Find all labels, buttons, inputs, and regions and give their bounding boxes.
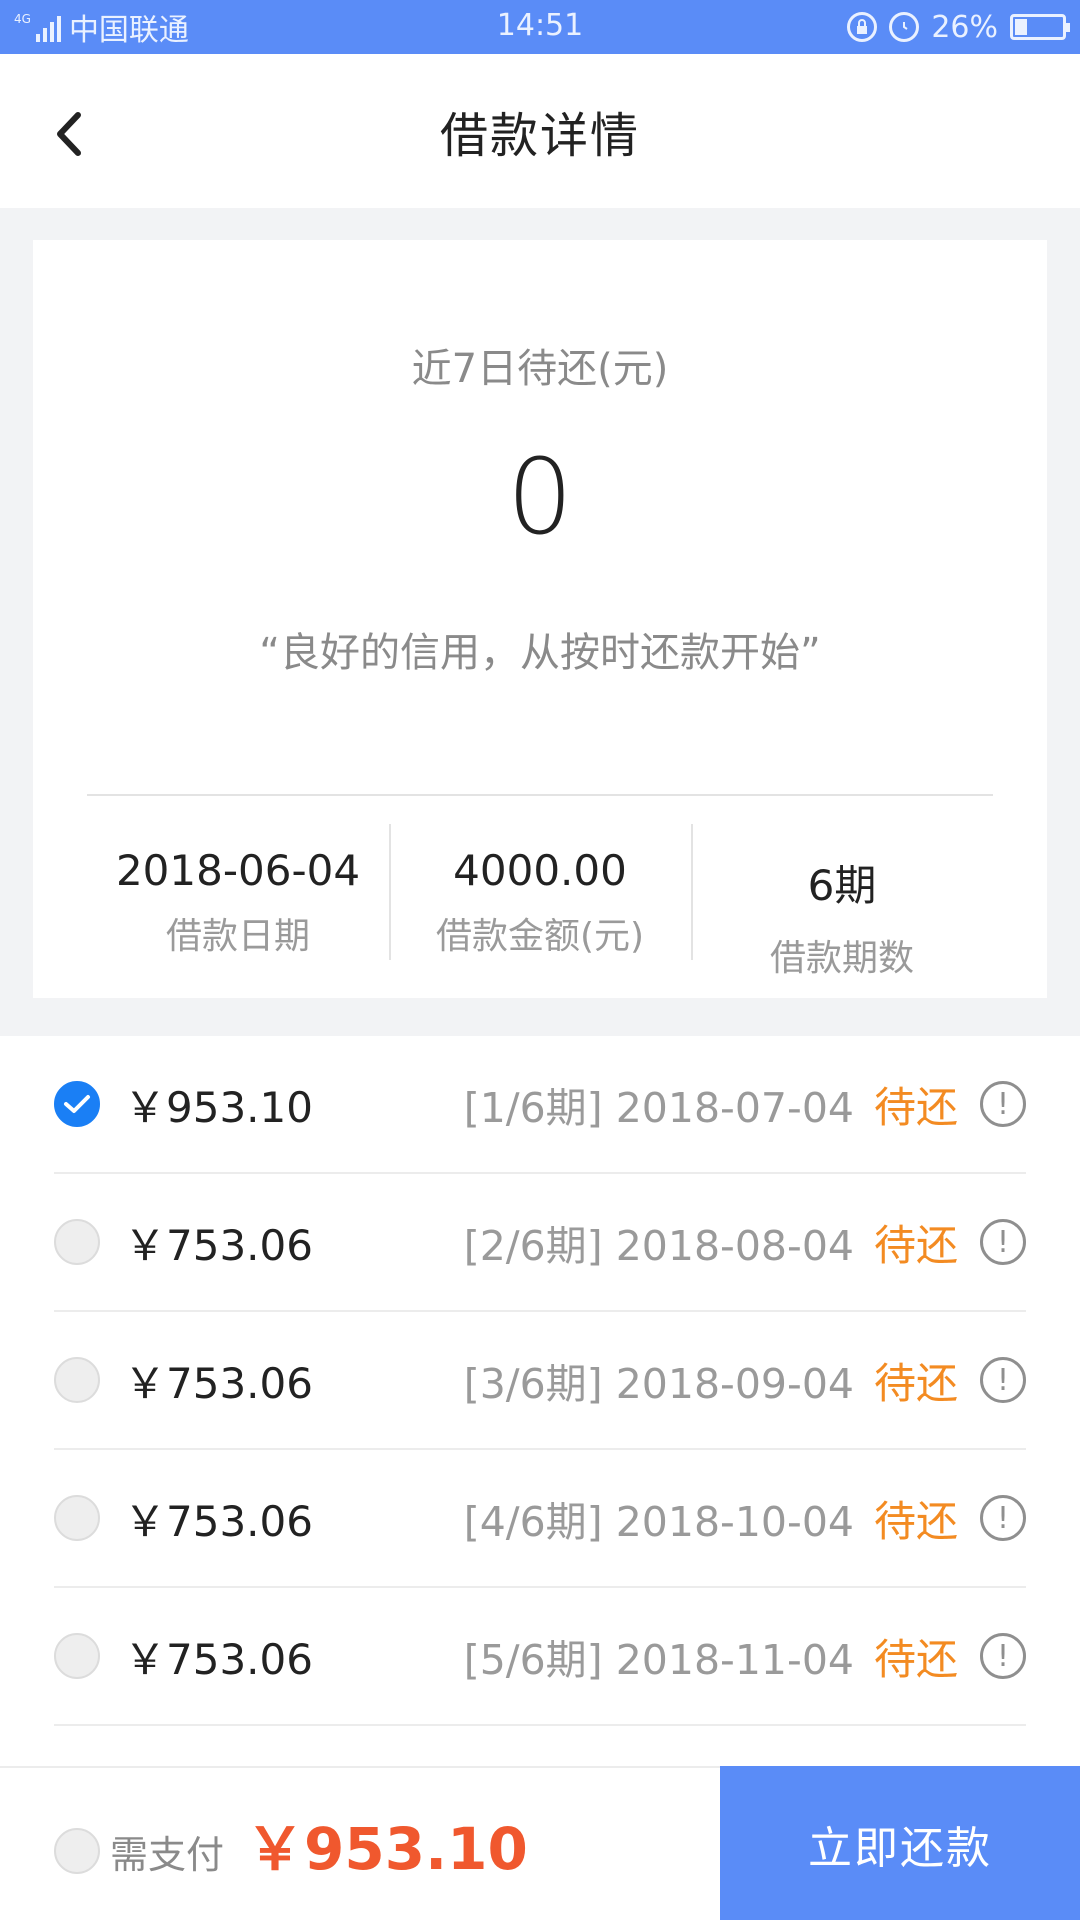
loan-date-label: 借款日期 — [165, 916, 310, 957]
installment-checkbox[interactable] — [54, 1633, 100, 1679]
installment-row[interactable]: ￥753.06 [2/6期] 2018-08-04 待还 ! — [54, 1174, 1026, 1312]
due-7-days-value: 0 — [506, 436, 574, 558]
installment-status: 待还 — [873, 1496, 958, 1546]
pay-label: 需支付 — [110, 1833, 225, 1877]
installment-list: ￥953.10 [1/6期] 2018-07-04 待还 ! ￥753.06 [… — [0, 1036, 1080, 1768]
summary-card: 近7日待还(元) 0 “良好的信用，从按时还款开始” 2018-06-04 借款… — [33, 240, 1047, 998]
installment-checkbox[interactable] — [54, 1357, 100, 1403]
credit-slogan: “良好的信用，从按时还款开始” — [259, 630, 821, 676]
info-icon[interactable]: ! — [980, 1081, 1026, 1127]
installment-amount: ￥953.10 — [124, 1082, 313, 1132]
loan-amount-stat: 4000.00 借款金额(元) — [389, 824, 691, 964]
back-button[interactable] — [28, 94, 108, 174]
loan-periods-stat: 6期 借款期数 — [691, 824, 993, 979]
installment-amount: ￥753.06 — [124, 1358, 313, 1408]
loan-amount-label: 借款金额(元) — [435, 916, 645, 957]
info-icon[interactable]: ! — [980, 1219, 1026, 1265]
installment-row[interactable]: ￥753.06 [5/6期] 2018-11-04 待还 ! — [54, 1588, 1026, 1726]
pay-amount: ￥953.10 — [246, 1815, 528, 1883]
installment-checkbox[interactable] — [54, 1219, 100, 1265]
info-icon[interactable]: ! — [980, 1633, 1026, 1679]
due-7-days-label: 近7日待还(元) — [411, 346, 669, 392]
loan-periods-value: 6期 — [807, 861, 877, 910]
loan-date-value: 2018-06-04 — [115, 846, 361, 895]
installment-row[interactable]: ￥753.06 [4/6期] 2018-10-04 待还 ! — [54, 1450, 1026, 1588]
loan-detail-page: 4G 中国联通 14:51 26% 借款详情 近7日待还(元) 0 “良好的信用… — [0, 0, 1080, 1920]
installment-status: 待还 — [873, 1220, 958, 1270]
installment-period: [3/6期] 2018-09-04 — [463, 1360, 854, 1408]
installment-period: [2/6期] 2018-08-04 — [463, 1222, 854, 1270]
installment-checkbox[interactable] — [54, 1081, 100, 1127]
installment-amount: ￥753.06 — [124, 1634, 313, 1684]
loan-amount-value: 4000.00 — [453, 846, 627, 895]
select-all-checkbox[interactable] — [54, 1828, 100, 1874]
lock-rotation-icon — [847, 12, 878, 42]
installment-period: [4/6期] 2018-10-04 — [463, 1498, 854, 1546]
loan-periods-label: 借款期数 — [769, 938, 914, 979]
installment-row[interactable]: ￥953.10 [1/6期] 2018-07-04 待还 ! — [54, 1036, 1026, 1174]
installment-status: 待还 — [873, 1634, 958, 1684]
installment-status: 待还 — [873, 1082, 958, 1132]
battery-icon — [1010, 14, 1070, 40]
alarm-icon — [889, 12, 920, 42]
installment-status: 待还 — [873, 1358, 958, 1408]
payment-bar: 需支付 ￥953.10 立即还款 — [0, 1766, 1080, 1920]
repay-now-button[interactable]: 立即还款 — [720, 1766, 1080, 1920]
chevron-left-icon — [57, 112, 81, 156]
status-right: 26% — [847, 0, 1070, 54]
loan-date-stat: 2018-06-04 借款日期 — [87, 824, 389, 964]
divider — [87, 794, 993, 796]
check-icon — [64, 1095, 90, 1113]
status-bar: 4G 中国联通 14:51 26% — [0, 0, 1080, 54]
loan-stats: 2018-06-04 借款日期 4000.00 借款金额(元) 6期 借款期数 — [87, 824, 993, 979]
info-icon[interactable]: ! — [980, 1495, 1026, 1541]
installment-checkbox[interactable] — [54, 1495, 100, 1541]
installment-period: [1/6期] 2018-07-04 — [463, 1084, 854, 1132]
installment-amount: ￥753.06 — [124, 1220, 313, 1270]
nav-bar: 借款详情 — [0, 54, 1080, 208]
page-title: 借款详情 — [439, 108, 640, 164]
installment-period: [5/6期] 2018-11-04 — [463, 1636, 854, 1684]
battery-percent: 26% — [931, 9, 998, 45]
info-icon[interactable]: ! — [980, 1357, 1026, 1403]
installment-row[interactable]: ￥753.06 [3/6期] 2018-09-04 待还 ! — [54, 1312, 1026, 1450]
installment-amount: ￥753.06 — [124, 1496, 313, 1546]
